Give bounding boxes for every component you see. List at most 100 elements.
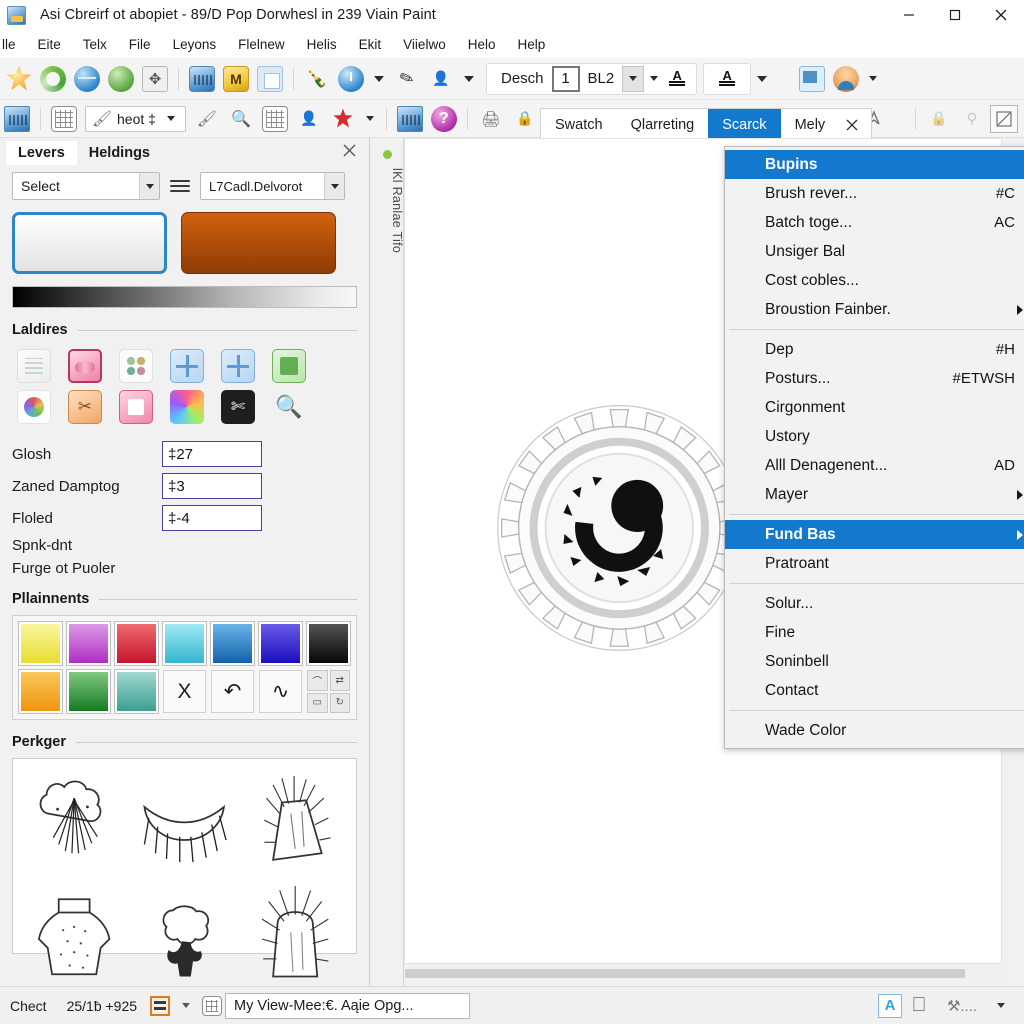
duplicate-icon[interactable]: [253, 62, 287, 96]
magnifier-icon[interactable]: [267, 387, 311, 427]
menu-item-1[interactable]: Eite: [27, 34, 72, 55]
pink-film-icon[interactable]: [114, 387, 158, 427]
palette-cell[interactable]: [162, 621, 207, 666]
menu-item-posturs[interactable]: Posturs... #ETWSH: [725, 364, 1024, 393]
chevron-down-icon[interactable]: [650, 76, 659, 81]
menu-item-pratroant[interactable]: Pratroant: [725, 549, 1024, 578]
grid-icon[interactable]: [199, 993, 225, 1019]
avatar-icon[interactable]: [829, 62, 863, 96]
orange-book-icon[interactable]: [147, 993, 173, 1019]
tab-qlarreting[interactable]: Qlarreting: [616, 109, 709, 140]
palette-cell[interactable]: [18, 621, 63, 666]
card-icon[interactable]: [0, 102, 34, 136]
hamburger-icon[interactable]: [170, 180, 190, 192]
menu-item-soninbell[interactable]: Soninbell: [725, 647, 1024, 676]
horizontal-scrollbar[interactable]: [404, 967, 1002, 980]
field-input-glosh[interactable]: ‡27: [162, 441, 262, 467]
field-input-zaned-damptog[interactable]: ‡3: [162, 473, 262, 499]
chevron-down-icon[interactable]: [374, 75, 384, 82]
chevron-down-icon[interactable]: [365, 116, 374, 121]
monitor-icon[interactable]: [795, 62, 829, 96]
magnifier-icon[interactable]: [224, 102, 258, 136]
close-icon[interactable]: [342, 143, 357, 162]
crosshair-icon[interactable]: [165, 346, 209, 386]
scan-icon[interactable]: [474, 102, 508, 136]
menu-item-5[interactable]: Flelnew: [227, 34, 296, 55]
menu-item-alll-denagenent[interactable]: Alll Denagenent... AD: [725, 451, 1024, 480]
four-dots-icon[interactable]: [114, 346, 158, 386]
menu-item-cost-cobles[interactable]: Cost cobles...: [725, 266, 1024, 295]
minimize-button[interactable]: [886, 0, 932, 30]
chevron-down-icon[interactable]: [869, 76, 878, 81]
palette-wave-button[interactable]: ∿: [259, 670, 302, 713]
chevron-down-icon[interactable]: [166, 116, 175, 121]
bottle-icon[interactable]: [300, 62, 334, 96]
menu-item-10[interactable]: Help: [506, 34, 556, 55]
cloud-burst-sketch[interactable]: [19, 765, 129, 875]
menu-item-fine[interactable]: Fine: [725, 618, 1024, 647]
palette-undo-button[interactable]: ↶: [211, 670, 254, 713]
flip-icon[interactable]: ⇄: [329, 670, 350, 691]
clock-icon[interactable]: [334, 62, 368, 96]
palette-cell[interactable]: [258, 621, 303, 666]
tab-scarck[interactable]: Scarck: [708, 109, 781, 140]
document-name-box[interactable]: My View-Mee:€. Aąie Opg...: [225, 992, 471, 1019]
page-number-input[interactable]: 1: [551, 65, 580, 92]
maximize-button[interactable]: [932, 0, 978, 30]
chevron-down-icon[interactable]: [139, 173, 159, 199]
arc-icon[interactable]: ⌒: [307, 670, 328, 691]
chevron-down-icon[interactable]: [464, 75, 474, 82]
menu-item-solur[interactable]: Solur...: [725, 589, 1024, 618]
menu-item-8[interactable]: Viielwo: [392, 34, 457, 55]
spiky-cone-sketch[interactable]: [240, 765, 350, 875]
lock-group-icon[interactable]: [922, 102, 956, 136]
menu-item-contact[interactable]: Contact: [725, 676, 1024, 705]
chart-thumb-icon[interactable]: [12, 346, 56, 386]
menu-item-dep[interactable]: Dep #H: [725, 335, 1024, 364]
scissors-icon[interactable]: [63, 387, 107, 427]
preset-combo[interactable]: L7Cadl.Delvorot: [200, 172, 345, 200]
star-icon[interactable]: [2, 62, 36, 96]
palette-cell[interactable]: [114, 621, 159, 666]
grid-icon[interactable]: [258, 102, 292, 136]
menu-item-2[interactable]: Telx: [72, 34, 118, 55]
crosshair-alt-icon[interactable]: [216, 346, 260, 386]
collar-sketch[interactable]: [19, 875, 129, 985]
close-button[interactable]: [978, 0, 1024, 30]
move-frame-icon[interactable]: [138, 62, 172, 96]
ring-refresh-icon[interactable]: [36, 62, 70, 96]
palette-cell[interactable]: [18, 669, 63, 714]
palette-cell[interactable]: [66, 621, 111, 666]
style-dropdown-button[interactable]: [622, 65, 645, 92]
menu-item-broustion-fainber[interactable]: Broustion Fainber.: [725, 295, 1024, 324]
menu-item-ustory[interactable]: Ustory: [725, 422, 1024, 451]
menu-item-9[interactable]: Helo: [457, 34, 507, 55]
tree-sketch[interactable]: [129, 875, 239, 985]
apple-icon[interactable]: : [902, 993, 936, 1019]
fringe-arc-sketch[interactable]: [129, 765, 239, 875]
panel-tab-heldings[interactable]: Heldings: [77, 141, 162, 165]
menu-item-cirgonment[interactable]: Cirgonment: [725, 393, 1024, 422]
globe-green-icon[interactable]: [104, 62, 138, 96]
pattern-combo[interactable]: heot ‡: [85, 105, 186, 132]
blue-a-icon[interactable]: A: [878, 993, 902, 1018]
menu-item-0[interactable]: lle: [0, 34, 27, 55]
menu-item-unsiger-bal[interactable]: Unsiger Bal: [725, 237, 1024, 266]
help-icon[interactable]: [427, 102, 461, 136]
menu-item-batch-toge[interactable]: Batch toge... AC: [725, 208, 1024, 237]
stamp-icon[interactable]: [292, 102, 326, 136]
table-icon[interactable]: [47, 102, 81, 136]
menu-item-brush-rever[interactable]: Brush rever... #C: [725, 179, 1024, 208]
palette-cell[interactable]: [306, 621, 351, 666]
rotate-icon[interactable]: ↻: [329, 692, 350, 713]
black-cut-icon[interactable]: [216, 387, 260, 427]
pink-wave-icon[interactable]: [63, 346, 107, 386]
panel-tab-levers[interactable]: Levers: [6, 141, 77, 165]
pill-icon[interactable]: ▭: [307, 692, 328, 713]
chevron-down-icon[interactable]: [988, 993, 1014, 1019]
menu-item-3[interactable]: File: [118, 34, 162, 55]
spiky-dome-sketch[interactable]: [240, 875, 350, 985]
chevron-down-icon[interactable]: [324, 173, 344, 199]
palette-cell[interactable]: [210, 621, 255, 666]
search-small-icon[interactable]: [956, 102, 990, 136]
